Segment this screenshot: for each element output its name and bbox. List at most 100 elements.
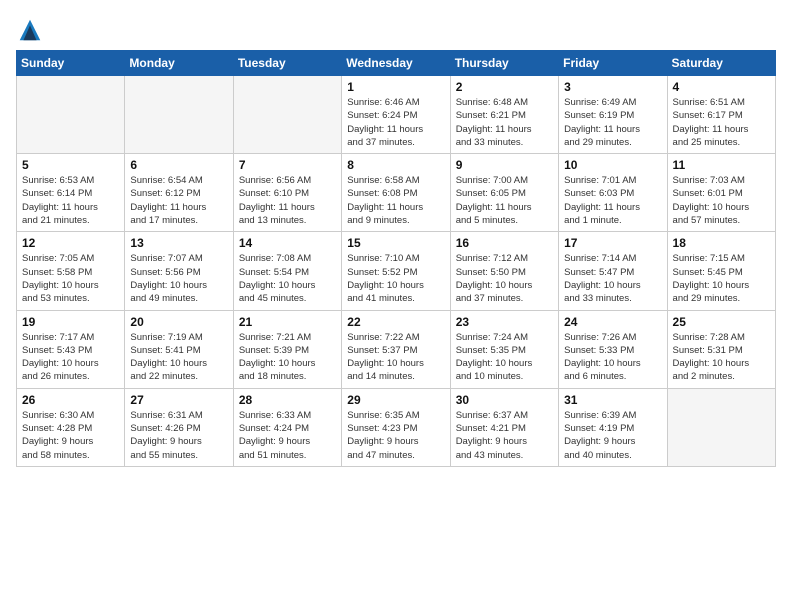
day-number: 17 xyxy=(564,236,661,250)
calendar-day-cell xyxy=(233,76,341,154)
calendar-day-cell: 25 Sunrise: 7:28 AM Sunset: 5:31 PM Dayli… xyxy=(667,310,775,388)
day-number: 24 xyxy=(564,315,661,329)
day-number: 21 xyxy=(239,315,336,329)
calendar-week-2: 5Sunrise: 6:53 AM Sunset: 6:14 PM Daylig… xyxy=(17,154,776,232)
day-number: 26 xyxy=(22,393,119,407)
calendar-day-cell: 21 Sunrise: 7:21 AM Sunset: 5:39 PM Dayli… xyxy=(233,310,341,388)
calendar-day-cell: 14 Sunrise: 7:08 AM Sunset: 5:54 PM Dayli… xyxy=(233,232,341,310)
calendar-week-3: 12 Sunrise: 7:05 AM Sunset: 5:58 PM Dayli… xyxy=(17,232,776,310)
day-number: 29 xyxy=(347,393,444,407)
calendar-day-cell: 4Sunrise: 6:51 AM Sunset: 6:17 PM Daylig… xyxy=(667,76,775,154)
day-info: Sunrise: 7:24 AM Sunset: 5:35 PM Dayligh… xyxy=(456,331,553,384)
calendar-day-cell: 8 Sunrise: 6:58 AM Sunset: 6:08 PM Daylig… xyxy=(342,154,450,232)
calendar-day-cell: 27 Sunrise: 6:31 AM Sunset: 4:26 PM Dayli… xyxy=(125,388,233,466)
calendar-day-cell: 7 Sunrise: 6:56 AM Sunset: 6:10 PM Daylig… xyxy=(233,154,341,232)
day-number: 13 xyxy=(130,236,227,250)
calendar-day-cell: 13 Sunrise: 7:07 AM Sunset: 5:56 PM Dayli… xyxy=(125,232,233,310)
day-info: Sunrise: 6:31 AM Sunset: 4:26 PM Dayligh… xyxy=(130,409,227,462)
day-number: 11 xyxy=(673,158,770,172)
day-number: 18 xyxy=(673,236,770,250)
calendar-day-cell: 17 Sunrise: 7:14 AM Sunset: 5:47 PM Dayli… xyxy=(559,232,667,310)
day-info: Sunrise: 6:58 AM Sunset: 6:08 PM Dayligh… xyxy=(347,174,444,227)
day-info: Sunrise: 6:33 AM Sunset: 4:24 PM Dayligh… xyxy=(239,409,336,462)
day-info: Sunrise: 6:30 AM Sunset: 4:28 PM Dayligh… xyxy=(22,409,119,462)
day-number: 5 xyxy=(22,158,119,172)
day-info: Sunrise: 6:39 AM Sunset: 4:19 PM Dayligh… xyxy=(564,409,661,462)
calendar-day-cell: 28 Sunrise: 6:33 AM Sunset: 4:24 PM Dayli… xyxy=(233,388,341,466)
weekday-header-sunday: Sunday xyxy=(17,51,125,76)
day-info: Sunrise: 6:56 AM Sunset: 6:10 PM Dayligh… xyxy=(239,174,336,227)
day-info: Sunrise: 7:03 AM Sunset: 6:01 PM Dayligh… xyxy=(673,174,770,227)
day-info: Sunrise: 7:15 AM Sunset: 5:45 PM Dayligh… xyxy=(673,252,770,305)
calendar-day-cell: 12 Sunrise: 7:05 AM Sunset: 5:58 PM Dayli… xyxy=(17,232,125,310)
weekday-header-wednesday: Wednesday xyxy=(342,51,450,76)
calendar-day-cell: 29 Sunrise: 6:35 AM Sunset: 4:23 PM Dayli… xyxy=(342,388,450,466)
day-info: Sunrise: 6:49 AM Sunset: 6:19 PM Dayligh… xyxy=(564,96,661,149)
day-info: Sunrise: 7:05 AM Sunset: 5:58 PM Dayligh… xyxy=(22,252,119,305)
day-info: Sunrise: 6:54 AM Sunset: 6:12 PM Dayligh… xyxy=(130,174,227,227)
day-info: Sunrise: 6:35 AM Sunset: 4:23 PM Dayligh… xyxy=(347,409,444,462)
day-info: Sunrise: 6:48 AM Sunset: 6:21 PM Dayligh… xyxy=(456,96,553,149)
calendar-day-cell xyxy=(667,388,775,466)
day-info: Sunrise: 7:19 AM Sunset: 5:41 PM Dayligh… xyxy=(130,331,227,384)
day-number: 7 xyxy=(239,158,336,172)
day-info: Sunrise: 7:10 AM Sunset: 5:52 PM Dayligh… xyxy=(347,252,444,305)
day-info: Sunrise: 6:46 AM Sunset: 6:24 PM Dayligh… xyxy=(347,96,444,149)
day-number: 25 xyxy=(673,315,770,329)
day-number: 14 xyxy=(239,236,336,250)
day-number: 23 xyxy=(456,315,553,329)
day-number: 19 xyxy=(22,315,119,329)
weekday-header-row: SundayMondayTuesdayWednesdayThursdayFrid… xyxy=(17,51,776,76)
day-info: Sunrise: 7:28 AM Sunset: 5:31 PM Dayligh… xyxy=(673,331,770,384)
day-info: Sunrise: 7:01 AM Sunset: 6:03 PM Dayligh… xyxy=(564,174,661,227)
calendar-week-5: 26 Sunrise: 6:30 AM Sunset: 4:28 PM Dayli… xyxy=(17,388,776,466)
day-info: Sunrise: 7:21 AM Sunset: 5:39 PM Dayligh… xyxy=(239,331,336,384)
calendar-day-cell xyxy=(17,76,125,154)
day-number: 2 xyxy=(456,80,553,94)
day-info: Sunrise: 7:08 AM Sunset: 5:54 PM Dayligh… xyxy=(239,252,336,305)
day-number: 22 xyxy=(347,315,444,329)
page-container: SundayMondayTuesdayWednesdayThursdayFrid… xyxy=(0,0,792,477)
day-info: Sunrise: 6:51 AM Sunset: 6:17 PM Dayligh… xyxy=(673,96,770,149)
day-number: 28 xyxy=(239,393,336,407)
calendar-day-cell: 18 Sunrise: 7:15 AM Sunset: 5:45 PM Dayli… xyxy=(667,232,775,310)
weekday-header-tuesday: Tuesday xyxy=(233,51,341,76)
calendar-table: SundayMondayTuesdayWednesdayThursdayFrid… xyxy=(16,50,776,467)
calendar-day-cell: 9Sunrise: 7:00 AM Sunset: 6:05 PM Daylig… xyxy=(450,154,558,232)
calendar-day-cell xyxy=(125,76,233,154)
day-number: 10 xyxy=(564,158,661,172)
day-info: Sunrise: 7:17 AM Sunset: 5:43 PM Dayligh… xyxy=(22,331,119,384)
calendar-week-4: 19 Sunrise: 7:17 AM Sunset: 5:43 PM Dayli… xyxy=(17,310,776,388)
day-number: 20 xyxy=(130,315,227,329)
day-number: 1 xyxy=(347,80,444,94)
calendar-day-cell: 15 Sunrise: 7:10 AM Sunset: 5:52 PM Dayli… xyxy=(342,232,450,310)
calendar-day-cell: 19 Sunrise: 7:17 AM Sunset: 5:43 PM Dayli… xyxy=(17,310,125,388)
calendar-day-cell: 5Sunrise: 6:53 AM Sunset: 6:14 PM Daylig… xyxy=(17,154,125,232)
day-info: Sunrise: 7:14 AM Sunset: 5:47 PM Dayligh… xyxy=(564,252,661,305)
calendar-day-cell: 23 Sunrise: 7:24 AM Sunset: 5:35 PM Dayli… xyxy=(450,310,558,388)
day-number: 6 xyxy=(130,158,227,172)
day-number: 27 xyxy=(130,393,227,407)
calendar-day-cell: 22 Sunrise: 7:22 AM Sunset: 5:37 PM Dayli… xyxy=(342,310,450,388)
day-number: 30 xyxy=(456,393,553,407)
calendar-day-cell: 31Sunrise: 6:39 AM Sunset: 4:19 PM Dayli… xyxy=(559,388,667,466)
calendar-day-cell: 11 Sunrise: 7:03 AM Sunset: 6:01 PM Dayli… xyxy=(667,154,775,232)
calendar-day-cell: 30Sunrise: 6:37 AM Sunset: 4:21 PM Dayli… xyxy=(450,388,558,466)
day-number: 15 xyxy=(347,236,444,250)
calendar-day-cell: 26 Sunrise: 6:30 AM Sunset: 4:28 PM Dayli… xyxy=(17,388,125,466)
logo-icon xyxy=(16,16,44,44)
day-info: Sunrise: 7:22 AM Sunset: 5:37 PM Dayligh… xyxy=(347,331,444,384)
calendar-day-cell: 1 Sunrise: 6:46 AM Sunset: 6:24 PM Daylig… xyxy=(342,76,450,154)
weekday-header-monday: Monday xyxy=(125,51,233,76)
weekday-header-saturday: Saturday xyxy=(667,51,775,76)
logo xyxy=(16,16,48,44)
day-number: 12 xyxy=(22,236,119,250)
calendar-day-cell: 24Sunrise: 7:26 AM Sunset: 5:33 PM Dayli… xyxy=(559,310,667,388)
day-info: Sunrise: 7:07 AM Sunset: 5:56 PM Dayligh… xyxy=(130,252,227,305)
weekday-header-friday: Friday xyxy=(559,51,667,76)
day-number: 8 xyxy=(347,158,444,172)
calendar-day-cell: 6 Sunrise: 6:54 AM Sunset: 6:12 PM Daylig… xyxy=(125,154,233,232)
calendar-week-1: 1 Sunrise: 6:46 AM Sunset: 6:24 PM Daylig… xyxy=(17,76,776,154)
weekday-header-thursday: Thursday xyxy=(450,51,558,76)
calendar-day-cell: 20 Sunrise: 7:19 AM Sunset: 5:41 PM Dayli… xyxy=(125,310,233,388)
